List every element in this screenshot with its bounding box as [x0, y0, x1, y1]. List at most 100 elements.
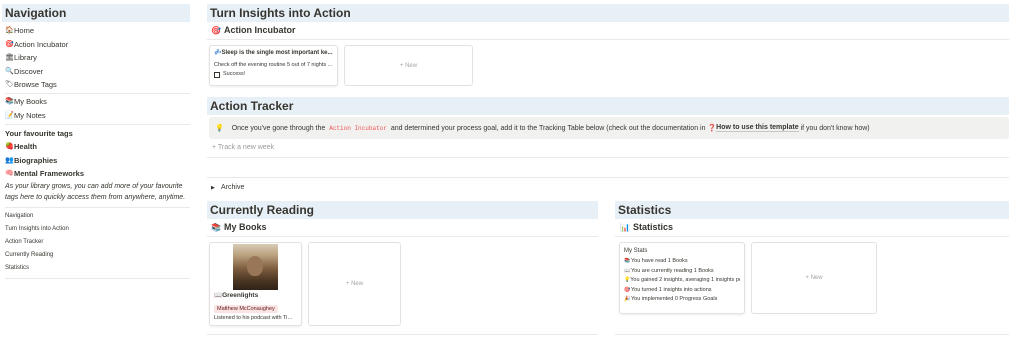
- toc-item[interactable]: Turn Insights into Action: [5, 223, 190, 236]
- memo-icon: 📝: [5, 111, 14, 119]
- insights-header-bar: Turn Insights into Action: [207, 4, 1009, 22]
- book-card[interactable]: 📖Greenlights Matthew McConaughey Listene…: [209, 242, 302, 326]
- action-incubator-code: Action Incubator: [327, 124, 389, 132]
- sidebar-item-label: Browse Tags: [14, 80, 57, 89]
- stat-text: You turned 1 insights into actions: [631, 286, 712, 293]
- stat-text: You implemented 0 Progress Goals: [631, 296, 718, 302]
- books-icon: 📚: [624, 258, 631, 264]
- my-books-label: My Books: [223, 222, 267, 232]
- magnifier-icon: 🔍: [5, 67, 14, 75]
- library-icon: 🏛: [5, 54, 14, 61]
- sidebar-divider: [5, 124, 190, 125]
- callout-text-pre: Once you've gone through the: [231, 124, 326, 132]
- open-book-icon: 📖: [624, 267, 631, 274]
- section-divider: [207, 39, 1009, 40]
- stats-card[interactable]: My Stats 📚 You have read 1 Books 📖 You are…: [619, 242, 745, 314]
- fav-tag-mental-frameworks[interactable]: 🧠 Mental Frameworks: [5, 167, 190, 181]
- new-action-button[interactable]: + New: [344, 45, 473, 86]
- sidebar-item-label: Discover: [14, 66, 44, 76]
- section-divider: [615, 334, 1009, 335]
- book-cover-image: [233, 244, 278, 290]
- stat-insights: 💡 You gained 2 insights, averaging 1 insi…: [624, 276, 740, 286]
- reading-header-bar: Currently Reading: [207, 201, 598, 219]
- sidebar-item-action-incubator[interactable]: 🎯 Action Incubator: [5, 38, 190, 52]
- author-tag: Matthew McConaughey: [214, 305, 278, 313]
- toc-item[interactable]: Action Tracker: [5, 236, 190, 249]
- favourite-tags-heading: Your favourite tags: [5, 127, 73, 141]
- statistics-header-bar: Statistics: [615, 201, 1009, 219]
- stats-card-title: My Stats: [624, 248, 648, 254]
- people-icon: 👥: [5, 156, 14, 164]
- statistics-label: Statistics: [632, 222, 673, 232]
- sidebar-item-my-notes[interactable]: 📝 My Notes: [5, 109, 190, 123]
- books-icon: 📚: [5, 98, 14, 105]
- sidebar-divider: [5, 207, 190, 208]
- sidebar-item-library[interactable]: 🏛 Library: [5, 51, 190, 65]
- success-checkbox[interactable]: [214, 71, 220, 78]
- insights-title: Turn Insights into Action: [210, 6, 351, 20]
- action-incubator-heading[interactable]: 🎯 Action Incubator: [211, 25, 295, 35]
- section-divider: [207, 334, 598, 335]
- question-icon: ❓: [707, 125, 717, 132]
- sidebar-nav-list: 🏠 Home 🎯 Action Incubator 🏛 Library 🔍 Discov…: [5, 24, 190, 92]
- favourite-tags-title: Your favourite tags: [5, 129, 73, 138]
- sidebar-item-home[interactable]: 🏠 Home: [5, 24, 190, 38]
- stat-text: You gained 2 insights, averaging 1 insig…: [630, 277, 740, 283]
- sidebar-item-label: My Books: [14, 97, 47, 106]
- brain-icon: 🧠: [5, 170, 14, 177]
- archive-toggle[interactable]: ▶ Archive: [211, 184, 244, 191]
- archive-label: Archive: [221, 184, 245, 191]
- stat-text: You have read 1 Books: [631, 258, 688, 264]
- toc-item[interactable]: Currently Reading: [5, 249, 190, 262]
- toc-item[interactable]: Navigation: [5, 210, 190, 223]
- action-card-desc: Check off the evening routine 5 out of 7…: [214, 62, 333, 68]
- sidebar-divider: [5, 278, 190, 279]
- chart-icon: 📊: [620, 222, 630, 232]
- fav-tag-biographies[interactable]: 👥 Biographies: [5, 154, 190, 168]
- book-cover-face: [247, 256, 263, 276]
- track-new-week-button[interactable]: + Track a new week: [212, 144, 274, 151]
- target-icon: 🎯: [5, 40, 14, 48]
- stat-text: You are currently reading 1 Books: [631, 267, 714, 274]
- stat-books-read: 📚 You have read 1 Books: [624, 257, 740, 267]
- sidebar-header-bar: Navigation: [2, 4, 190, 22]
- reading-title: Currently Reading: [210, 203, 315, 217]
- table-of-contents: Navigation Turn Insights into Action Act…: [5, 210, 190, 275]
- target-icon: 🎯: [624, 286, 631, 293]
- stat-currently-reading: 📖 You are currently reading 1 Books: [624, 267, 740, 277]
- tag-icon: 🏷: [5, 81, 14, 88]
- statistics-heading[interactable]: 📊 Statistics: [620, 222, 673, 232]
- how-to-link[interactable]: How to use this template: [716, 124, 799, 132]
- tracker-header-bar: Action Tracker: [207, 97, 1009, 115]
- callout-text-mid: and determined your process goal, add it…: [390, 124, 706, 132]
- action-card[interactable]: 💤Sleep is the single most important ke..…: [209, 45, 338, 86]
- section-divider: [615, 236, 1009, 237]
- sidebar-item-my-books[interactable]: 📚 My Books: [5, 95, 190, 109]
- callout-text-post: if you don't know how): [800, 124, 870, 132]
- party-icon: 🎉: [624, 296, 631, 302]
- action-card-title: 💤Sleep is the single most important ke..…: [214, 50, 333, 56]
- section-divider: [207, 236, 598, 237]
- toc-item[interactable]: Statistics: [5, 262, 190, 275]
- tracker-title: Action Tracker: [210, 99, 294, 113]
- sidebar-nav-list-2: 📚 My Books 📝 My Notes: [5, 95, 190, 122]
- my-books-heading[interactable]: 📚 My Books: [211, 222, 266, 232]
- fav-tag-health[interactable]: 🍓 Health: [5, 140, 190, 154]
- book-author-row: Matthew McConaughey: [214, 301, 297, 313]
- sidebar-item-discover[interactable]: 🔍 Discover: [5, 65, 190, 79]
- favourite-tags-list: 🍓 Health 👥 Biographies 🧠 Mental Frameworks: [5, 140, 190, 181]
- lightbulb-icon: 💡: [215, 125, 224, 132]
- action-card-title-text: Sleep is the single most important ke...: [221, 50, 333, 56]
- sidebar-item-browse-tags[interactable]: 🏷 Browse Tags: [5, 78, 190, 92]
- new-stat-button[interactable]: + New: [751, 242, 877, 314]
- section-divider: [207, 177, 1009, 178]
- sidebar-item-label: Action Incubator: [14, 39, 69, 49]
- books-icon: 📚: [211, 222, 221, 232]
- success-label: Success!: [223, 71, 246, 77]
- sidebar-item-label: Library: [14, 53, 37, 62]
- fav-tag-label: Health: [14, 142, 37, 151]
- home-icon: 🏠: [5, 27, 14, 34]
- sidebar-title: Navigation: [5, 6, 67, 20]
- new-book-button[interactable]: + New: [308, 242, 401, 326]
- action-card-check: Success!: [214, 70, 333, 79]
